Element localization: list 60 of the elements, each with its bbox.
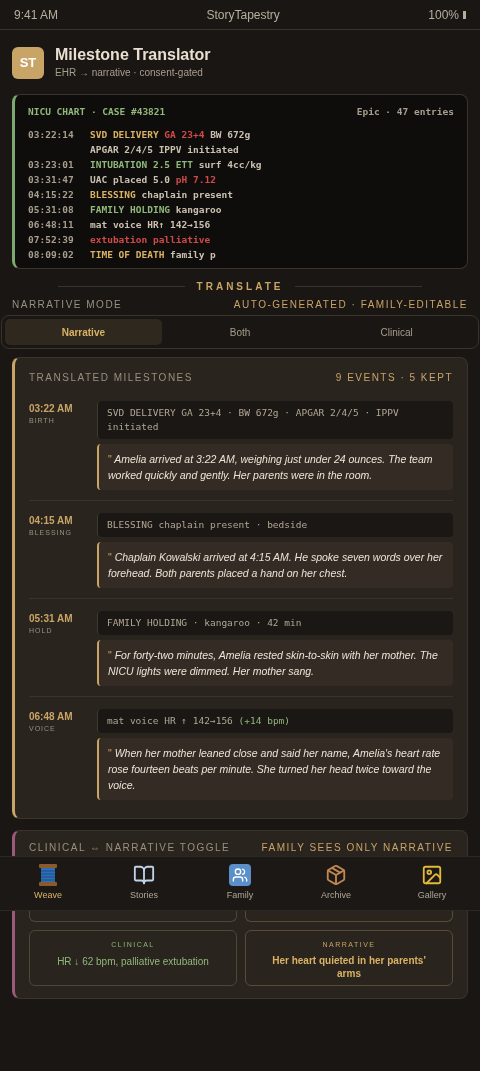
clinical-entry: FAMILY HOLDING · kangaroo · 42 min [97, 611, 453, 635]
nav-tab[interactable]: Gallery [384, 857, 480, 910]
log-time: 03:22:14 [28, 129, 74, 141]
log-entry: extubation palliative [90, 233, 211, 248]
log-entry: FAMILY HOLDING kangaroo [90, 203, 222, 218]
narrative-text: Her heart quieted in her parents' arms [271, 953, 427, 980]
log-time: 05:31:08 [28, 204, 74, 216]
log-time: 08:09:02 [28, 249, 74, 261]
chart-meta: Epic · 47 entries [356, 105, 454, 119]
log-time: 07:52:39 [28, 234, 74, 246]
app-logo: ST [12, 46, 44, 79]
clinical-entry: SVD DELIVERY GA 23+4 · BW 672g · APGAR 2/4/5 · IPPV initiated [97, 401, 453, 439]
milestone-time: 03:22 AM [29, 402, 74, 416]
chart-title: NICU CHART · CASE #43821 [28, 105, 166, 119]
section-title: CLINICAL ⇔ NARRATIVE TOGGLE [29, 842, 231, 854]
clinical-entry: mat voice HR ↑ 142→156 (+14 bpm) [97, 709, 453, 733]
log-time: 06:48:11 [28, 219, 74, 231]
app-name: StoryTapestry [206, 6, 280, 24]
nav-tab[interactable]: Stories [96, 857, 192, 910]
mode-tab[interactable]: Both [161, 319, 319, 345]
status-time: 9:41 AM [14, 6, 59, 24]
log-entry: mat voice HR↑ 142→156 [90, 218, 211, 233]
narrative-entry: " For forty-two minutes, Amelia rested skin-to-skin with her mother. The NICU lights were dimmed. Her mother sang. [97, 640, 453, 686]
mode-tab[interactable]: Narrative [5, 319, 162, 345]
nav-tab[interactable]: Archive [288, 857, 384, 910]
log-entry: INTUBATION 2.5 ETT surf 4cc/kg [90, 158, 262, 173]
mode-note: AUTO-GENERATED · FAMILY-EDITABLE [233, 298, 468, 312]
translate-label: TRANSLATE [196, 280, 284, 294]
log-entry: UAC placed 5.0 pH 7.12 [90, 173, 216, 188]
box-icon [325, 864, 347, 887]
log-entry: APGAR 2/4/5 IPPV initiated [90, 143, 239, 158]
clinical-entry: BLESSING chaplain present · bedside [97, 513, 453, 537]
nav-tab[interactable]: Family [192, 857, 288, 910]
mode-tab[interactable]: Clinical [318, 319, 475, 345]
log-entry: SVD DELIVERY GA 23+4 BW 672g [90, 128, 251, 143]
narrative-entry: " Chaplain Kowalski arrived at 4:15 AM. He spoke seven words over her forehead. Both parents placed a hand on her chest. [97, 542, 453, 588]
page-subtitle: EHR → narrative · consent-gated [55, 66, 204, 80]
event-count: 9 EVENTS · 5 KEPT [335, 371, 453, 385]
page-title: Milestone Translator [55, 45, 211, 65]
milestone-time: 06:48 AM [29, 710, 74, 724]
narrative-entry: " When her mother leaned close and said her name, Amelia's heart rate rose fourteen beats per minute. She turned her head twice toward the voice. [97, 738, 453, 800]
log-time: 04:15:22 [28, 189, 74, 201]
log-entry: BLESSING chaplain present [90, 188, 233, 203]
book-icon [133, 864, 155, 887]
spool-icon [38, 864, 58, 887]
narrative-entry: " Amelia arrived at 3:22 AM, weighing just under 24 ounces. The team worked quickly and gently. Her parents were in the room. [97, 444, 453, 490]
battery-level: 100% [428, 6, 459, 24]
milestone-time: 04:15 AM [29, 514, 74, 528]
log-time: 03:31:47 [28, 174, 74, 186]
mode-label: NARRATIVE MODE [12, 298, 123, 312]
battery-icon [463, 10, 466, 19]
section-note: FAMILY SEES ONLY NARRATIVE [261, 842, 453, 854]
nav-tab[interactable]: Weave [0, 857, 96, 910]
clinical-text: HR ↓ 62 bpm, palliative extubation [57, 954, 209, 969]
section-title: TRANSLATED MILESTONES [29, 371, 193, 385]
people-icon [229, 864, 251, 887]
milestone-time: 05:31 AM [29, 612, 74, 626]
log-time: 03:23:01 [28, 159, 74, 171]
picture-frame-icon [421, 864, 443, 887]
log-entry: TIME OF DEATH family p [90, 248, 216, 263]
